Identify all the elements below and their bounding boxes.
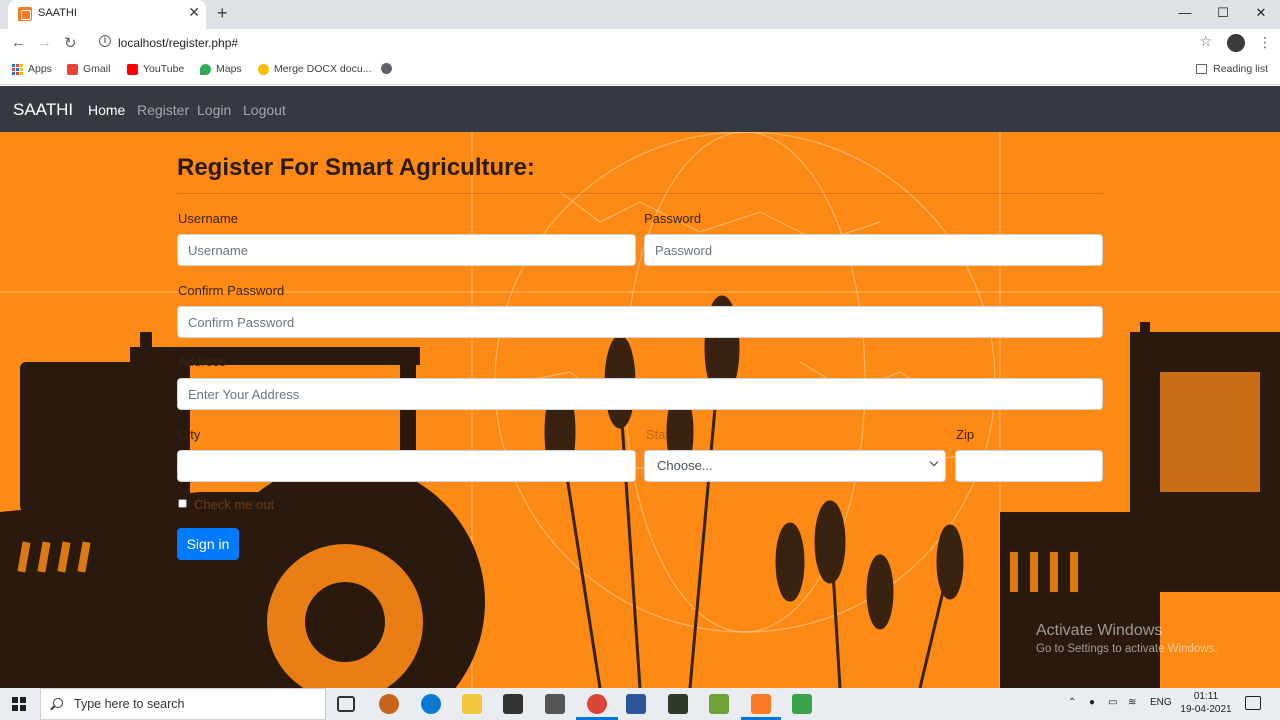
password-input[interactable] [644,234,1103,266]
file-explorer-icon[interactable] [462,694,482,714]
search-icon [53,698,63,708]
check-me-out-checkbox[interactable] [178,499,187,508]
nav-link-logout[interactable]: Logout [243,102,286,118]
bookmark-label: YouTube [143,63,185,75]
close-tab-icon[interactable]: ✕ [188,4,200,21]
username-label: Username [178,211,238,226]
windows-start-icon[interactable] [12,697,26,711]
minimize-button[interactable]: — [1166,0,1204,29]
taskbar-search-placeholder: Type here to search [74,697,185,711]
city-label: City [178,427,201,442]
maximize-button[interactable]: ☐ [1204,0,1242,29]
browser-tab[interactable]: SAATHI ✕ [8,0,206,29]
confirm-password-label: Confirm Password [178,283,285,298]
reading-list-button[interactable]: Reading list [1196,63,1268,75]
bookmarks-bar: Apps Gmail YouTube Maps Merge DOCX docu.… [0,57,1280,85]
window-controls: — ☐ ✕ [1166,0,1280,29]
zip-input[interactable] [955,450,1103,482]
bookmark-apps[interactable]: Apps [12,63,52,75]
reading-list-icon [1196,64,1208,74]
mail-icon[interactable] [545,694,565,714]
username-input[interactable] [177,234,636,266]
browser-tab-strip: SAATHI ✕ + — ☐ ✕ [0,0,1280,29]
bookmark-gmail[interactable]: Gmail [67,63,110,75]
state-label: State [646,427,677,442]
bookmark-label: Apps [28,63,52,75]
password-label: Password [644,211,702,226]
bookmark-label: Merge DOCX docu... [274,63,372,75]
chrome-taskbar-icon[interactable] [587,694,607,714]
apps-grid-icon [12,63,23,75]
close-window-button[interactable]: ✕ [1242,0,1280,29]
address-label: Address [178,354,226,369]
nav-link-home[interactable]: Home [88,102,125,118]
nav-link-login[interactable]: Login [197,102,231,118]
bookmark-label: Gmail [83,63,111,75]
globe-icon [381,63,392,74]
taskbar-clock[interactable]: 01:11 19-04-2021 [1180,690,1232,716]
hero-background: Register For Smart Agriculture: Username… [0,132,1280,688]
app-icon-dark[interactable] [668,694,688,714]
activate-windows-watermark: Activate Windows Go to Settings to activ… [1036,622,1218,655]
forward-arrow-icon[interactable]: → [37,34,52,51]
sign-in-button[interactable]: Sign in [177,528,239,560]
app-icon-orange[interactable] [379,694,399,714]
gmail-icon [67,63,78,75]
maps-icon [200,63,211,75]
taskbar-search-box[interactable]: Type here to search [40,688,326,720]
form-title: Register For Smart Agriculture: [177,154,535,181]
clock-time: 01:11 [1193,691,1219,702]
bookmark-label: Maps [216,63,242,75]
browser-toolbar: ← → ↻ i localhost/register.php# ☆ [0,29,1280,57]
excel-like-icon[interactable] [792,694,812,714]
store-icon[interactable] [503,694,523,714]
zip-label: Zip [956,427,975,442]
check-me-out-label[interactable]: Check me out [194,497,274,512]
language-indicator[interactable]: ENG [1150,697,1172,708]
tray-chevron-up-icon[interactable]: ⌃ [1068,697,1076,708]
notification-center-icon[interactable] [1245,696,1261,710]
confirm-password-input[interactable] [177,306,1103,338]
bookmark-merge-docx[interactable]: Merge DOCX docu... [258,63,371,75]
profile-avatar[interactable] [1227,34,1245,52]
microphone-icon[interactable]: ● [1089,697,1095,708]
chevron-down-icon [929,457,939,467]
word-icon[interactable] [626,694,646,714]
youtube-icon [127,63,138,75]
bookmark-youtube[interactable]: YouTube [127,63,184,75]
city-input[interactable] [177,450,636,482]
edge-icon[interactable] [421,694,441,714]
bookmark-star-icon[interactable]: ☆ [1199,33,1212,50]
bookmark-maps[interactable]: Maps [200,63,242,75]
watermark-subtitle: Go to Settings to activate Windows. [1036,643,1218,655]
new-tab-button[interactable]: + [217,3,228,24]
app-icon-green[interactable] [709,694,729,714]
reload-icon[interactable]: ↻ [64,34,77,52]
battery-icon[interactable]: ▭ [1108,697,1117,708]
watermark-title: Activate Windows [1036,622,1163,639]
web-page: SAATHI Home Register Login Logout Regist… [0,86,1280,688]
xampp-favicon-icon [18,7,32,21]
site-info-icon[interactable]: i [99,35,111,47]
chrome-icon [258,63,269,75]
tab-title: SAATHI [38,7,77,19]
back-arrow-icon[interactable]: ← [11,34,26,51]
task-view-icon[interactable] [337,696,355,712]
address-bar[interactable]: i localhost/register.php# ☆ [90,30,1220,56]
navbar-brand[interactable]: SAATHI [13,100,73,120]
clock-date: 19-04-2021 [1180,704,1232,715]
reading-list-label: Reading list [1213,63,1268,75]
kebab-menu-icon[interactable]: ⋮ [1258,34,1272,51]
site-navbar: SAATHI Home Register Login Logout [0,86,1280,132]
state-selected-value: Choose... [657,458,713,473]
wifi-icon[interactable]: ≋ [1128,697,1136,708]
windows-taskbar: Type here to search ⌃ ● ▭ ≋ ENG 01:11 19… [0,688,1280,720]
address-input[interactable] [177,378,1103,410]
nav-link-register[interactable]: Register [137,102,189,118]
url-text[interactable]: localhost/register.php# [118,36,238,50]
xampp-icon[interactable] [751,694,771,714]
title-divider [177,193,1103,194]
bookmark-globe[interactable] [381,63,392,74]
state-select[interactable]: Choose... [644,450,946,482]
